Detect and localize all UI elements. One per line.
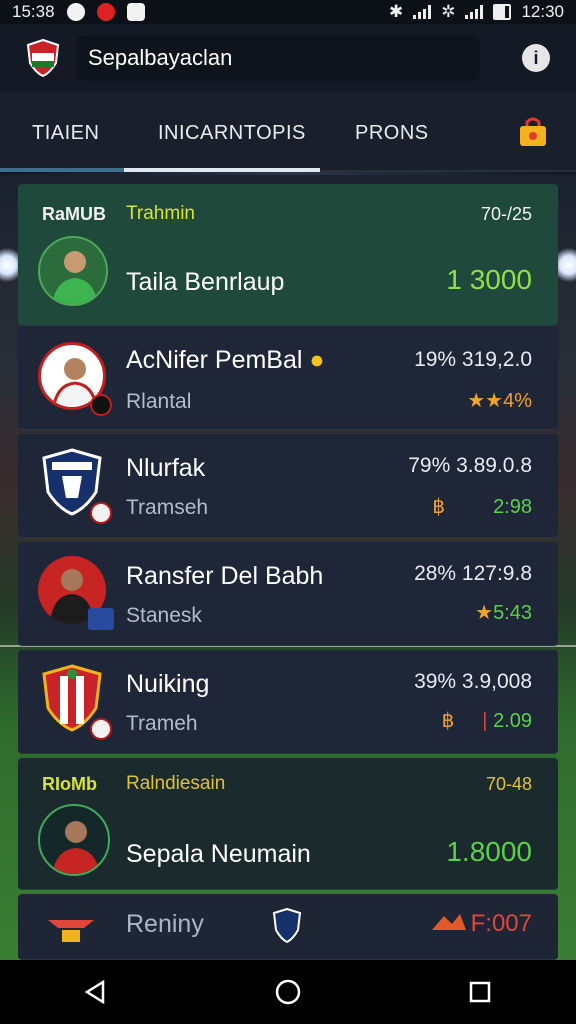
tab-indicator-track xyxy=(0,168,124,172)
club-badge-icon xyxy=(90,394,112,416)
list-item[interactable]: Nuiking Trameh 39% 3.9,008 ฿ | 2.09 xyxy=(18,650,558,754)
partial-value: F:007 xyxy=(470,910,532,937)
coin-icon: ฿ xyxy=(441,710,455,732)
player-sub: Stanesk xyxy=(126,604,202,627)
signal-icon-2 xyxy=(465,5,484,19)
player-sub: Rlantal xyxy=(126,390,192,413)
status-time-right: 12:30 xyxy=(521,2,564,21)
status-bar: 15:38 ✱ ✲ 12:30 xyxy=(0,0,576,24)
tab-2[interactable]: INICARNTOPIS xyxy=(158,122,306,145)
floodlight-left xyxy=(0,245,18,285)
system-nav-bar xyxy=(0,960,576,1024)
featured-value: 1 3000 xyxy=(446,264,532,295)
home-icon[interactable] xyxy=(268,972,308,1012)
tab-1[interactable]: TIAIEN xyxy=(32,122,99,145)
status-time-left: 15:38 xyxy=(12,2,55,21)
list-item-partial[interactable]: Reniny F:007 xyxy=(18,894,558,960)
star-icon: ★★ xyxy=(467,390,504,412)
featured-mid-label: Trahmin xyxy=(126,203,195,224)
player-stat: 79% 3.89.0.8 xyxy=(408,454,532,477)
club-badge-icon xyxy=(88,608,114,630)
wifi-icon: ✲ xyxy=(441,2,456,21)
player-sub: Tramseh xyxy=(126,496,209,519)
player-points: ★★4% xyxy=(467,390,532,412)
signal-icon xyxy=(413,5,432,19)
featured-card-bottom[interactable]: RIoMb Ralndiesain 70-48 Sepala Neumain 1… xyxy=(18,758,558,890)
player-name: Reniny xyxy=(126,910,204,938)
club-badge-icon xyxy=(90,502,112,524)
player-stat: 19% 319,2.0 xyxy=(414,348,532,371)
player-name: Ransfer Del Babh xyxy=(126,562,324,590)
featured-left-label: RIoMb xyxy=(42,774,97,794)
tab-bar: TIAIEN INICARNTOPIS PRONS xyxy=(0,92,576,172)
featured-card-top[interactable]: RaMUB Trahmin 70-/25 Taila Benrlaup 1 30… xyxy=(18,184,558,326)
battery-icon xyxy=(493,4,512,20)
player-stat: 28% 127:9.8 xyxy=(414,562,532,585)
app-notification-icon xyxy=(96,3,115,21)
club-badge-icon xyxy=(90,718,112,740)
avatar xyxy=(38,236,108,306)
list-item[interactable]: Ransfer Del Babh Stanesk 28% 127:9.8 ★5:… xyxy=(18,542,558,646)
list-item[interactable]: Nlurfak Tramseh 79% 3.89.0.8 ฿ 2:98 xyxy=(18,434,558,538)
flame-icon xyxy=(430,910,468,941)
player-points: ★5:43 xyxy=(475,602,532,624)
featured-name: Sepala Neumain xyxy=(126,840,311,868)
bluetooth-icon: ✱ xyxy=(388,2,404,21)
tab-active-indicator xyxy=(124,168,320,172)
player-points: ฿ | 2.09 xyxy=(441,710,532,732)
app-logo-icon[interactable] xyxy=(26,38,60,78)
search-value: Sepalbayaclan xyxy=(88,45,233,70)
featured-mid-label: Ralndiesain xyxy=(126,773,226,794)
featured-name: Taila Benrlaup xyxy=(126,268,285,296)
player-sub: Trameh xyxy=(126,712,198,735)
featured-right-label: 70-48 xyxy=(485,774,532,794)
coin-icon: ฿ xyxy=(432,496,446,518)
recents-icon[interactable] xyxy=(460,972,500,1012)
player-name: Nuiking xyxy=(126,670,210,698)
featured-value: 1.8000 xyxy=(446,836,532,867)
back-icon[interactable] xyxy=(76,972,116,1012)
tab-3[interactable]: PRONS xyxy=(355,122,429,145)
featured-right-label: 70-/25 xyxy=(480,204,532,224)
list-item[interactable]: AcNifer PemBal ● Rlantal 19% 319,2.0 ★★4… xyxy=(18,326,558,430)
player-name: AcNifer PemBal ● xyxy=(126,346,325,374)
floodlight-right xyxy=(558,245,576,285)
emoji-icon: ● xyxy=(302,346,325,374)
wings-logo-icon xyxy=(46,914,96,949)
info-icon[interactable]: i xyxy=(522,44,550,72)
chat-icon xyxy=(126,3,145,21)
player-stat: 39% 3.9,008 xyxy=(414,670,532,693)
star-icon: ★ xyxy=(475,602,494,624)
app-bar: Sepalbayaclan i xyxy=(0,24,576,92)
shopping-bag-icon[interactable] xyxy=(516,116,550,148)
player-points: ฿ 2:98 xyxy=(432,496,532,518)
featured-left-label: RaMUB xyxy=(42,204,107,224)
notification-icon xyxy=(66,3,85,21)
search-input[interactable]: Sepalbayaclan xyxy=(76,35,480,81)
player-name: Nlurfak xyxy=(126,454,206,482)
avatar xyxy=(38,804,110,876)
club-crest-icon xyxy=(272,907,302,949)
